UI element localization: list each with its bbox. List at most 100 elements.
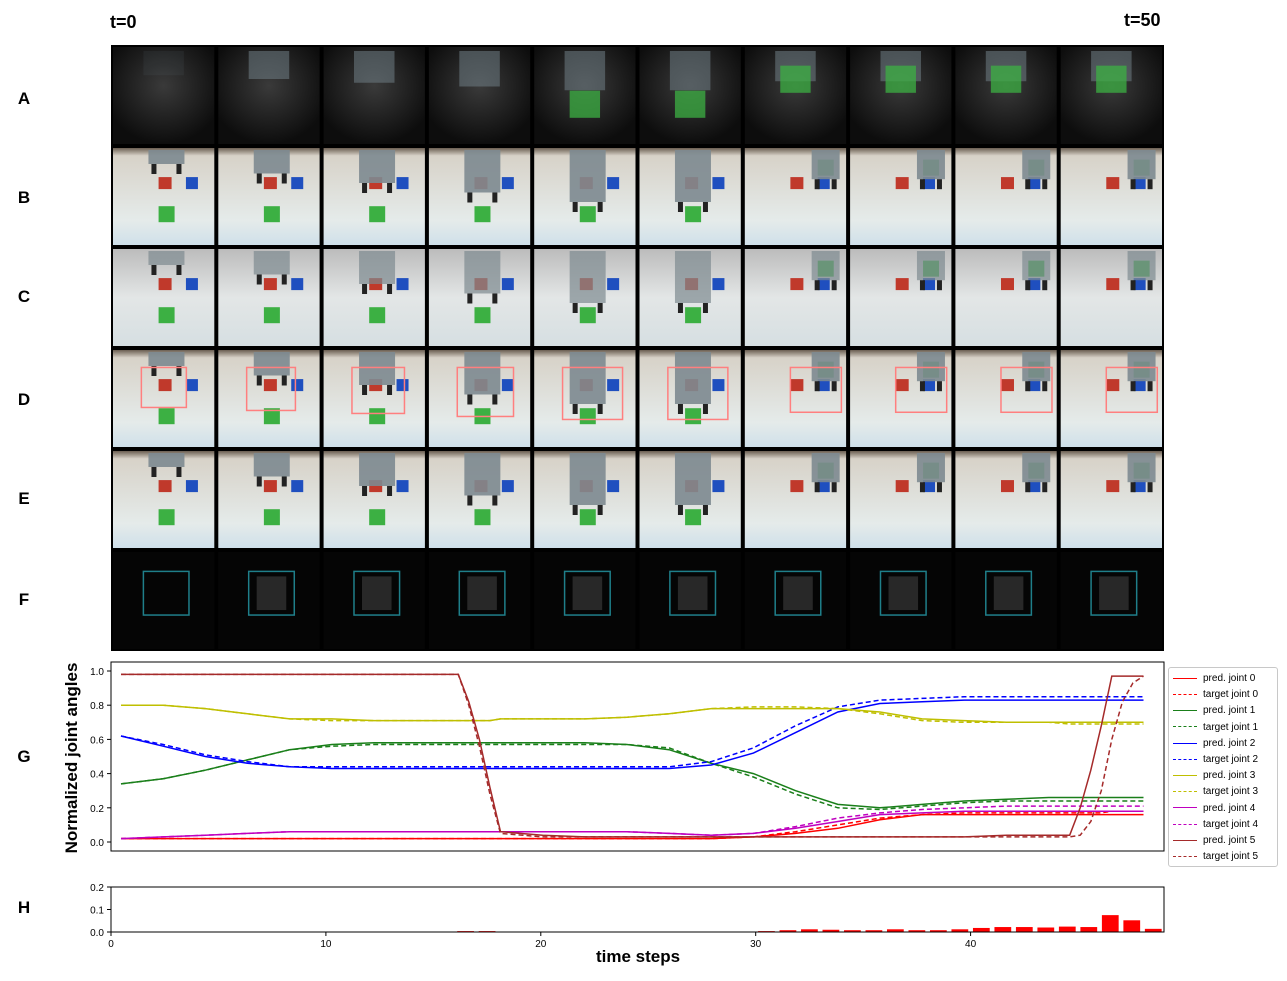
- gripper-finger: [492, 495, 498, 506]
- legend-swatch: [1173, 710, 1197, 712]
- gripper-finger: [936, 482, 942, 493]
- gripper-finger: [362, 183, 368, 193]
- error-chart-ytick-label: 0.0: [90, 928, 104, 939]
- red-cube: [790, 480, 804, 493]
- frame-a-1: [218, 47, 320, 144]
- red-cube: [790, 379, 804, 392]
- legend-entry: pred. joint 0: [1173, 671, 1255, 687]
- gripper-finger: [936, 280, 942, 291]
- gripper: [1127, 453, 1156, 483]
- green-cube: [579, 509, 596, 526]
- gripper: [464, 453, 501, 496]
- gripper: [1022, 150, 1051, 180]
- gripper-finger: [936, 179, 942, 190]
- gripper-finger: [281, 274, 287, 285]
- legend-label: target joint 0: [1203, 689, 1259, 701]
- frame-b-3: [428, 148, 531, 245]
- blue-cube: [607, 379, 620, 392]
- gripper-finger: [492, 394, 498, 405]
- frame-f-4: [534, 552, 636, 649]
- gripper-finger: [151, 164, 157, 174]
- gripper-finger: [362, 385, 368, 395]
- green-cube: [885, 65, 916, 93]
- arm-shape: [248, 51, 290, 79]
- gripper: [811, 453, 840, 483]
- gripper: [148, 352, 185, 366]
- green-cube: [263, 206, 280, 223]
- legend-entry: pred. joint 2: [1173, 736, 1255, 752]
- red-cube: [1000, 177, 1014, 190]
- legend-label: target joint 4: [1203, 818, 1259, 830]
- frame-a-9: [1060, 47, 1162, 144]
- green-cube: [158, 408, 175, 425]
- gripper-finger: [1042, 381, 1048, 392]
- green-cube: [685, 408, 702, 425]
- frame-f-7: [850, 552, 952, 649]
- gripper-finger: [1147, 482, 1153, 493]
- gripper: [811, 352, 840, 382]
- frame-c-8: [955, 249, 1057, 346]
- gripper-finger: [362, 284, 368, 294]
- gripper-finger: [176, 265, 182, 275]
- blue-cube: [607, 278, 620, 291]
- gripper-finger: [1130, 179, 1136, 190]
- gripper-finger: [281, 375, 287, 386]
- gripper-finger: [597, 202, 603, 212]
- series-line-target-joint-5: [121, 673, 1144, 838]
- red-cube: [895, 278, 909, 291]
- gripper-finger: [492, 293, 498, 304]
- error-bar: [1080, 927, 1098, 932]
- frame-e-0: [113, 451, 215, 548]
- gripper-finger: [814, 179, 820, 190]
- frame-b-8: [955, 148, 1057, 245]
- joint-chart-ytick-label: 0.8: [90, 701, 104, 712]
- gripper: [464, 352, 501, 395]
- gripper-finger: [702, 404, 708, 414]
- green-cube: [579, 307, 596, 324]
- gripper-finger: [702, 303, 708, 313]
- red-cube: [263, 379, 277, 392]
- frame-d-8: [955, 350, 1057, 447]
- legend-entry: pred. joint 1: [1173, 703, 1255, 719]
- legend-swatch: [1173, 791, 1197, 793]
- green-cube: [369, 206, 386, 223]
- blue-cube: [501, 177, 514, 190]
- error-bar: [1037, 927, 1055, 932]
- frame-b-9: [1060, 148, 1162, 245]
- green-cube: [158, 307, 175, 324]
- green-cube: [685, 509, 702, 526]
- frame-d-6: [744, 350, 847, 447]
- error-chart-frame: [110, 886, 1165, 933]
- frame-c-7: [850, 249, 952, 346]
- joint-chart-ytick-label: 0.6: [90, 735, 104, 746]
- blue-cube: [501, 278, 514, 291]
- blue-cube: [396, 379, 409, 392]
- legend-entry: target joint 3: [1173, 784, 1258, 800]
- frame-e-8: [955, 451, 1057, 548]
- frame-d-3: [428, 350, 531, 447]
- gripper: [1127, 352, 1156, 382]
- arm-shape: [143, 51, 184, 76]
- gripper-finger: [256, 173, 262, 184]
- error-bar: [1123, 920, 1141, 932]
- frame-e-5: [639, 451, 741, 548]
- gripper-finger: [256, 274, 262, 285]
- error-bar: [1101, 915, 1119, 932]
- frame-e-7: [850, 451, 952, 548]
- gripper-finger: [387, 385, 393, 395]
- gripper: [1022, 251, 1051, 281]
- frame-f-9: [1060, 552, 1162, 649]
- green-cube: [569, 90, 601, 118]
- legend-swatch: [1173, 823, 1197, 825]
- frame-f-1: [218, 552, 320, 649]
- gripper-finger: [362, 486, 368, 496]
- error-bar: [1058, 926, 1076, 932]
- legend-swatch: [1173, 726, 1197, 728]
- arm-shape: [353, 51, 395, 83]
- frame-e-2: [323, 451, 425, 548]
- arm-shape: [459, 51, 500, 87]
- series-line-pred-joint-2: [120, 699, 1144, 770]
- gripper: [916, 352, 945, 382]
- green-cube: [579, 408, 596, 425]
- gripper-finger: [467, 293, 473, 304]
